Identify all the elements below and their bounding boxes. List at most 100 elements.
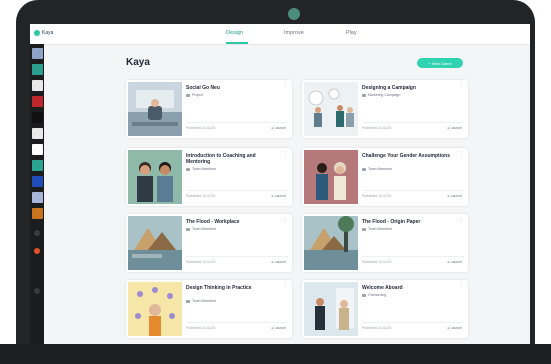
card-thumbnail[interactable] xyxy=(304,282,358,336)
tab-improve[interactable]: Improve xyxy=(284,30,304,36)
card-launch-link[interactable]: ▸ Launch xyxy=(272,326,286,330)
card-divider xyxy=(362,190,464,191)
card-title[interactable]: Challenge Your Gender Assumptions xyxy=(362,153,452,159)
card-meta-text: Team Members xyxy=(192,299,217,303)
game-card[interactable]: Welcome Aboard Onboarding ⋮ Published 11/11… xyxy=(302,280,468,338)
sidebar-item-11[interactable] xyxy=(32,208,43,219)
card-launch-link[interactable]: ▸ Launch xyxy=(448,326,462,330)
card-thumbnail[interactable] xyxy=(128,82,182,136)
more-options-icon[interactable]: ⋮ xyxy=(459,152,464,157)
card-meta: Team Members xyxy=(186,299,216,303)
sidebar-item-6[interactable] xyxy=(32,128,43,139)
game-card[interactable]: The Flood - Workplace Team Members ⋮ Publis… xyxy=(126,214,292,272)
card-published-date: Published 11/11/20 xyxy=(362,326,392,330)
card-meta: Project xyxy=(186,93,203,97)
game-card[interactable]: Challenge Your Gender Assumptions Team Me… xyxy=(302,148,468,206)
sidebar-item-8[interactable] xyxy=(32,160,43,171)
card-title[interactable]: Design Thinking in Practice xyxy=(186,285,276,291)
team-icon xyxy=(362,293,366,297)
card-meta-text: Onboarding xyxy=(368,293,387,297)
more-options-icon[interactable]: ⋮ xyxy=(459,84,464,89)
card-thumbnail[interactable] xyxy=(128,150,182,204)
page-title: Kaya xyxy=(126,57,150,68)
card-meta-text: Team Members xyxy=(192,227,217,231)
card-published-date: Published 11/11/20 xyxy=(186,126,216,130)
card-meta: Team Members xyxy=(186,227,216,231)
card-meta-text: Team Members xyxy=(368,227,393,231)
card-published-date: Published 11/11/20 xyxy=(362,260,392,264)
sidebar-dot-3[interactable] xyxy=(34,288,40,294)
more-options-icon[interactable]: ⋮ xyxy=(283,218,288,223)
card-thumbnail[interactable] xyxy=(304,150,358,204)
sidebar-item-2[interactable] xyxy=(32,64,43,75)
card-meta-text: Project xyxy=(192,93,203,97)
team-icon xyxy=(362,227,366,231)
sidebar-item-7[interactable] xyxy=(32,144,43,155)
card-meta-text: Marketing Campaign xyxy=(368,93,401,97)
more-options-icon[interactable]: ⋮ xyxy=(283,84,288,89)
sidebar-dot-1[interactable] xyxy=(34,230,40,236)
team-icon xyxy=(186,93,190,97)
card-meta: Team Members xyxy=(186,167,216,171)
card-title[interactable]: Designing a Campaign xyxy=(362,85,452,91)
card-launch-link[interactable]: ▸ Launch xyxy=(448,194,462,198)
sidebar-item-4[interactable] xyxy=(32,96,43,107)
sidebar-item-1[interactable] xyxy=(32,48,43,59)
card-divider xyxy=(186,190,288,191)
sidebar xyxy=(30,44,44,344)
team-icon xyxy=(362,167,366,171)
card-launch-link[interactable]: ▸ Launch xyxy=(448,260,462,264)
card-launch-link[interactable]: ▸ Launch xyxy=(272,260,286,264)
card-divider xyxy=(362,322,464,323)
logo-mark-icon xyxy=(34,30,40,36)
top-nav: Kaya Design Improve Play xyxy=(30,24,530,45)
card-meta: Onboarding xyxy=(362,293,386,297)
card-divider xyxy=(362,122,464,123)
game-card[interactable]: The Flood - Origin Paper Team Members ⋮ Pub… xyxy=(302,214,468,272)
card-launch-link[interactable]: ▸ Launch xyxy=(272,194,286,198)
game-card[interactable]: Designing a Campaign Marketing Campaign ⋮ P… xyxy=(302,80,468,138)
card-thumbnail[interactable] xyxy=(304,216,358,270)
laptop-base xyxy=(0,344,551,364)
team-icon xyxy=(186,227,190,231)
game-card[interactable]: Social Go Neu Project ⋮ Published 11/11/20 ▸… xyxy=(126,80,292,138)
card-published-date: Published 11/11/20 xyxy=(186,326,216,330)
card-title[interactable]: Welcome Aboard xyxy=(362,285,452,291)
game-card[interactable]: Introduction to Coaching and Mentoring Te… xyxy=(126,148,292,206)
card-launch-link[interactable]: ▸ Launch xyxy=(448,126,462,130)
card-meta-text: Team Members xyxy=(368,167,393,171)
card-launch-link[interactable]: ▸ Launch xyxy=(272,126,286,130)
card-divider xyxy=(186,122,288,123)
more-options-icon[interactable]: ⋮ xyxy=(459,284,464,289)
app-logo[interactable]: Kaya xyxy=(34,30,53,36)
card-title[interactable]: Introduction to Coaching and Mentoring xyxy=(186,153,276,165)
team-icon xyxy=(186,167,190,171)
card-thumbnail[interactable] xyxy=(128,216,182,270)
more-options-icon[interactable]: ⋮ xyxy=(283,284,288,289)
tab-design[interactable]: Design xyxy=(226,30,243,36)
card-divider xyxy=(362,256,464,257)
team-icon xyxy=(362,93,366,97)
card-title[interactable]: The Flood - Workplace xyxy=(186,219,276,225)
sidebar-item-9[interactable] xyxy=(32,176,43,187)
tab-play[interactable]: Play xyxy=(346,30,357,36)
game-card[interactable]: Design Thinking in Practice Team Members ⋮… xyxy=(126,280,292,338)
card-thumbnail[interactable] xyxy=(304,82,358,136)
sidebar-dot-2[interactable] xyxy=(34,248,40,254)
more-options-icon[interactable]: ⋮ xyxy=(283,152,288,157)
card-divider xyxy=(186,256,288,257)
new-game-button[interactable]: + New Game xyxy=(417,58,463,68)
sidebar-item-10[interactable] xyxy=(32,192,43,203)
card-meta: Team Members xyxy=(362,167,392,171)
card-published-date: Published 11/11/20 xyxy=(186,260,216,264)
card-meta-text: Team Members xyxy=(192,167,217,171)
card-thumbnail[interactable] xyxy=(128,282,182,336)
logo-text: Kaya xyxy=(42,30,54,36)
sidebar-item-5[interactable] xyxy=(32,112,43,123)
card-title[interactable]: Social Go Neu xyxy=(186,85,276,91)
sidebar-item-3[interactable] xyxy=(32,80,43,91)
card-published-date: Published 11/11/20 xyxy=(186,194,216,198)
more-options-icon[interactable]: ⋮ xyxy=(459,218,464,223)
card-meta: Team Members xyxy=(362,227,392,231)
card-title[interactable]: The Flood - Origin Paper xyxy=(362,219,452,225)
